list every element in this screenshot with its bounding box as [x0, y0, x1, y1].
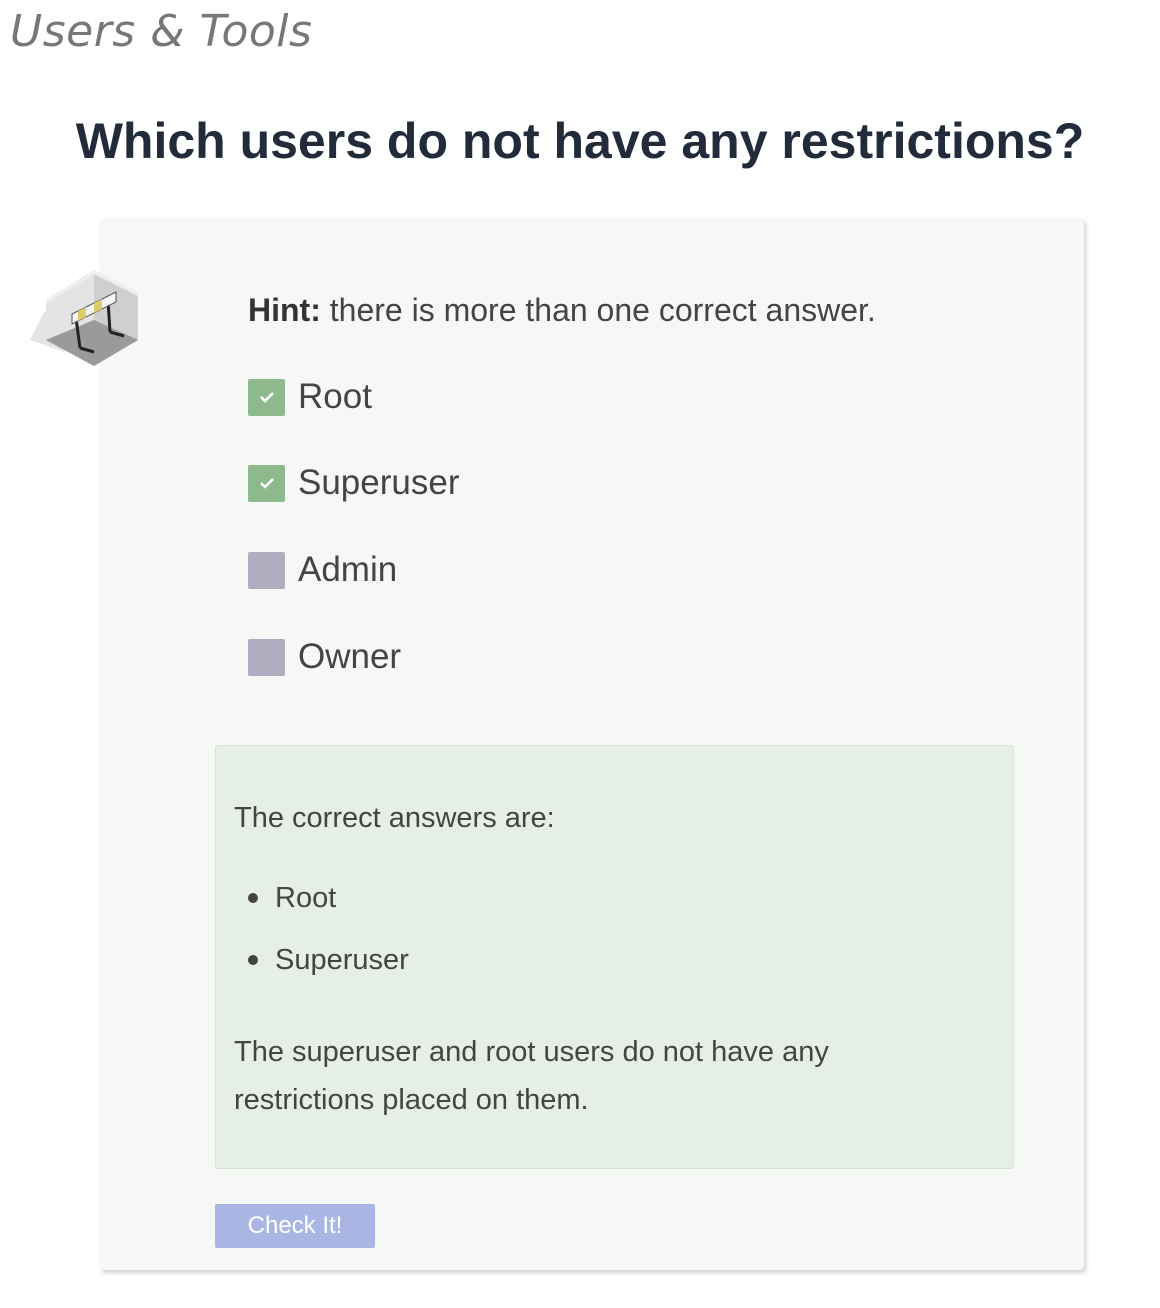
option-checkbox[interactable]: [248, 464, 285, 502]
option-checkbox[interactable]: [248, 378, 285, 416]
check-it-button[interactable]: Check It!: [215, 1204, 375, 1248]
option-root[interactable]: Root: [248, 377, 372, 417]
check-icon: [259, 478, 274, 489]
feedback-explanation: The superuser and root users do not have…: [234, 1036, 829, 1116]
feedback-panel: The correct answers are: Root Superuser …: [215, 745, 1014, 1169]
check-icon: [259, 392, 274, 403]
hint: Hint: there is more than one correct ans…: [248, 292, 876, 329]
hint-text: there is more than one correct answer.: [329, 292, 876, 328]
option-owner[interactable]: Owner: [248, 637, 401, 677]
bullet-icon: [248, 893, 258, 903]
option-checkbox[interactable]: [248, 638, 285, 676]
feedback-intro: The correct answers are:: [234, 802, 555, 834]
hurdle-room-icon: [30, 270, 138, 366]
section-title: Users & Tools: [10, 6, 313, 57]
answer-text: Superuser: [275, 943, 409, 976]
bullet-icon: [248, 955, 258, 965]
answer-text: Root: [275, 881, 337, 914]
question-heading: Which users do not have any restrictions…: [75, 113, 1085, 169]
option-admin[interactable]: Admin: [248, 550, 397, 590]
option-label: Root: [298, 377, 372, 416]
option-label: Superuser: [298, 463, 460, 502]
answer-item: Root: [248, 880, 336, 916]
answer-item: Superuser: [248, 942, 409, 978]
option-label: Owner: [298, 637, 402, 676]
option-label: Admin: [298, 550, 398, 589]
hint-label: Hint:: [248, 292, 321, 328]
option-superuser[interactable]: Superuser: [248, 463, 459, 503]
option-checkbox[interactable]: [248, 551, 285, 589]
